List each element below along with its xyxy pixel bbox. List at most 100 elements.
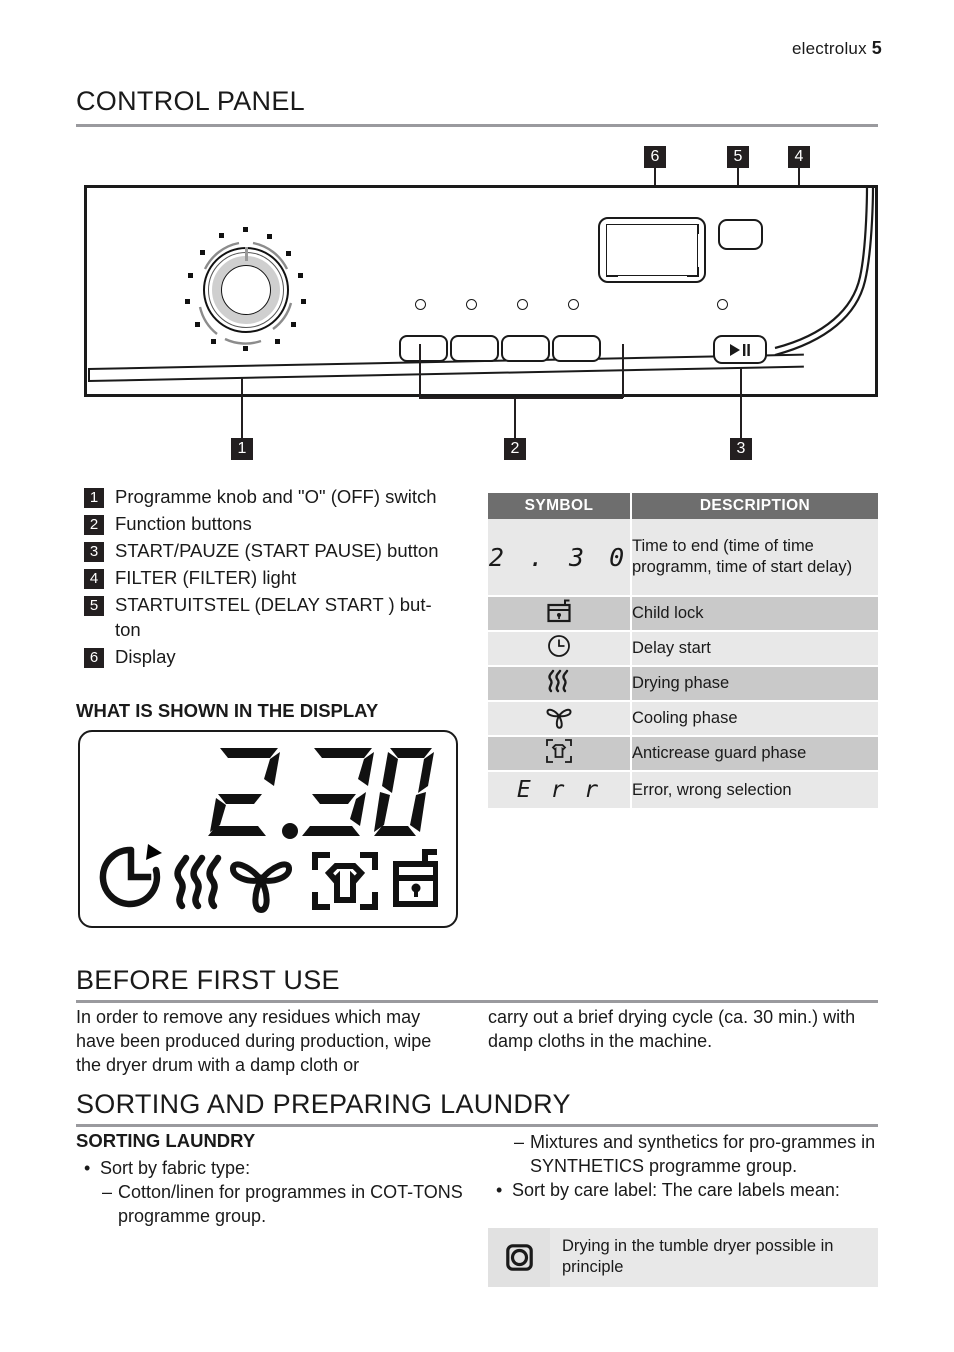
display-screen xyxy=(606,224,698,276)
delay-start-button[interactable] xyxy=(718,219,763,250)
panel-legend-list: 1 Programme knob and "O" (OFF) switch 2 … xyxy=(84,484,474,671)
knob-mark xyxy=(185,299,190,304)
description-cell: Cooling phase xyxy=(631,701,878,737)
tumble-dry-icon xyxy=(505,1244,533,1271)
symbol-cell xyxy=(488,666,632,702)
seven-segment-error: E r r xyxy=(516,777,602,803)
legend-number: 3 xyxy=(84,542,104,562)
callout-2-leader-left xyxy=(419,344,421,398)
page-number: 5 xyxy=(871,38,882,58)
delay-start-icon xyxy=(548,635,570,657)
child-lock-icon xyxy=(547,599,571,623)
table-row: E r r Error, wrong selection xyxy=(488,771,878,808)
display-corner-br xyxy=(687,267,699,277)
filter-indicator-light xyxy=(717,299,728,310)
list-item: – Cotton/linen for programmes in COT-TON… xyxy=(102,1180,464,1228)
table-row: Child lock xyxy=(488,596,878,632)
symbol-cell xyxy=(488,736,632,772)
function-button-2[interactable] xyxy=(450,335,499,362)
knob-mark xyxy=(298,273,303,278)
display-detail-illustration xyxy=(78,730,458,928)
drying-phase-icon xyxy=(548,669,569,693)
anticrease-guard-icon xyxy=(546,739,572,763)
cooling-phase-icon xyxy=(546,708,572,729)
display-corner-tl xyxy=(606,224,618,234)
description-cell: Anticrease guard phase xyxy=(631,736,878,772)
delay-start-icon xyxy=(99,844,162,908)
legend-number: 4 xyxy=(84,569,104,589)
legend-label: Function buttons xyxy=(115,513,252,534)
list-item-text: Sort by care label: The care labels mean… xyxy=(512,1180,840,1200)
dash-marker: – xyxy=(102,1182,113,1202)
care-symbol-cell xyxy=(488,1228,550,1287)
panel-bezel-cap xyxy=(88,368,90,382)
knob-mark xyxy=(188,273,193,278)
bullet-marker: • xyxy=(84,1158,91,1178)
legend-label: START/PAUZE (START PAUSE) button xyxy=(115,540,439,561)
panel-display-window xyxy=(598,217,706,283)
indicator-led-2 xyxy=(466,299,477,310)
knob-mark xyxy=(286,251,291,256)
before-first-use-column-1: In order to remove any residues which ma… xyxy=(76,1007,432,1075)
page-header: electrolux 5 xyxy=(792,38,882,59)
table-row: Anticrease guard phase xyxy=(488,736,878,772)
column-header-symbol: SYMBOL xyxy=(488,493,632,519)
callout-2: 2 xyxy=(504,438,526,460)
callout-5: 5 xyxy=(727,146,749,168)
before-first-use-rule xyxy=(76,1000,878,1003)
display-section-heading: WHAT IS SHOWN IN THE DISPLAY xyxy=(76,700,379,721)
description-cell: Child lock xyxy=(631,596,878,632)
table-row: 2 . 3 0 Time to end (time of time progra… xyxy=(488,519,878,597)
seven-segment-time: 2 . 3 0 xyxy=(488,542,630,572)
table-row: Delay start xyxy=(488,631,878,667)
symbol-description-table: SYMBOL DESCRIPTION 2 . 3 0 Time to end (… xyxy=(488,493,878,808)
table-row: Drying phase xyxy=(488,666,878,702)
legend-number: 5 xyxy=(84,596,104,616)
description-cell: Error, wrong selection xyxy=(631,771,878,808)
anticrease-guard-icon xyxy=(312,852,378,910)
legend-item: 2 Function buttons xyxy=(84,511,474,536)
callout-3: 3 xyxy=(730,438,752,460)
callout-3-leader xyxy=(740,368,742,438)
indicator-led-4 xyxy=(568,299,579,310)
legend-label: STARTUITSTEL (DELAY START ) but-ton xyxy=(115,594,432,640)
description-cell: Delay start xyxy=(631,631,878,667)
cooling-phase-icon xyxy=(230,861,292,914)
programme-knob[interactable] xyxy=(181,225,311,355)
callout-2-leader xyxy=(514,398,516,438)
table-header-row: SYMBOL DESCRIPTION xyxy=(488,493,878,519)
legend-item: 6 Display xyxy=(84,644,474,669)
symbol-cell: E r r xyxy=(488,771,632,808)
bullet-marker: • xyxy=(496,1180,503,1200)
legend-number: 1 xyxy=(84,488,104,508)
sorting-preparing-heading: SORTING AND PREPARING LAUNDRY xyxy=(76,1089,571,1119)
symbol-cell xyxy=(488,631,632,667)
sorting-preparing-rule xyxy=(76,1124,878,1127)
callout-1-leader xyxy=(241,378,243,438)
knob-mark xyxy=(211,339,216,344)
legend-number: 2 xyxy=(84,515,104,535)
legend-label: Programme knob and "O" (OFF) switch xyxy=(115,486,437,507)
start-pause-button[interactable] xyxy=(713,335,767,364)
list-item-text: Cotton/linen for programmes in COT-TONS … xyxy=(118,1182,463,1226)
function-button-3[interactable] xyxy=(501,335,550,362)
list-item: – Mixtures and synthetics for pro-gramme… xyxy=(514,1130,881,1178)
callout-2-leader-right xyxy=(622,344,624,398)
sorting-laundry-subheading: SORTING LAUNDRY xyxy=(76,1130,256,1151)
sorting-list-left: • Sort by fabric type: – Cotton/linen fo… xyxy=(84,1156,464,1228)
brand-name: electrolux xyxy=(792,39,867,58)
function-button-4[interactable] xyxy=(552,335,601,362)
knob-pointer xyxy=(245,247,248,261)
legend-item: 4 FILTER (FILTER) light xyxy=(84,565,474,590)
symbol-cell xyxy=(488,701,632,737)
care-label-row: Drying in the tumble dryer possible in p… xyxy=(488,1228,878,1287)
legend-label: Display xyxy=(115,646,176,667)
function-button-1[interactable] xyxy=(399,335,448,362)
callout-4: 4 xyxy=(788,146,810,168)
knob-mark xyxy=(291,322,296,327)
legend-item: 1 Programme knob and "O" (OFF) switch xyxy=(84,484,474,509)
knob-mark xyxy=(301,299,306,304)
description-cell: Drying phase xyxy=(631,666,878,702)
seven-segment-digits xyxy=(208,748,434,839)
knob-mark xyxy=(200,250,205,255)
